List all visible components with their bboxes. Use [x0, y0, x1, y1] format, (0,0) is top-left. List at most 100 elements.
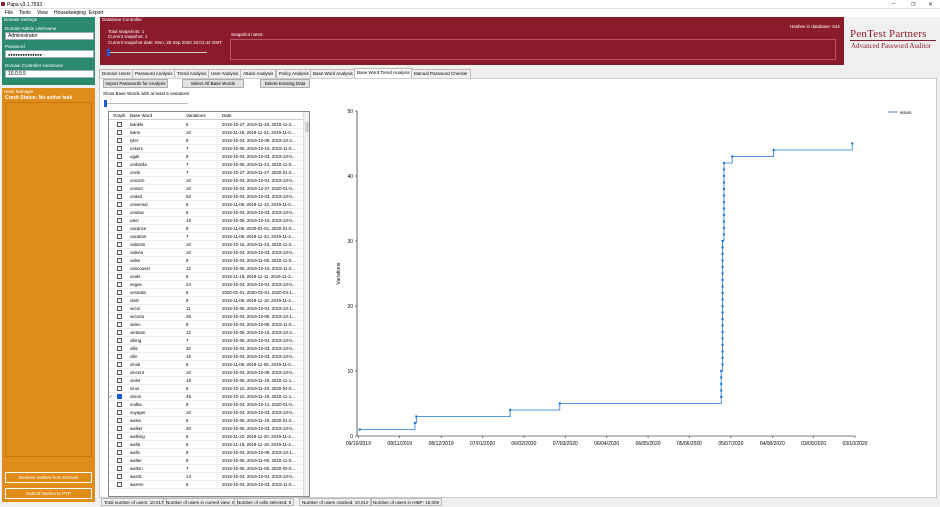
graph-checkbox[interactable] — [117, 298, 122, 303]
table-row[interactable]: united 62 2019-10-03, 2019-10-03, 2019-10-… — [109, 193, 304, 201]
table-row[interactable]: valse 9 2019-10-03, 2019-11-06, 2019-11-0.… — [109, 257, 304, 265]
table-row[interactable]: vegas 24 2019-10-04, 2019-10-04, 2019-10-0… — [109, 281, 304, 289]
table-row[interactable]: walker 20 2019-10-05, 2019-10-03, 2019-10-… — [109, 425, 304, 433]
graph-checkbox[interactable] — [117, 162, 122, 167]
graph-checkbox[interactable] — [117, 474, 122, 479]
snapshot-slider[interactable] — [107, 49, 207, 56]
graph-checkbox[interactable] — [117, 218, 122, 223]
graph-checkbox[interactable] — [117, 426, 122, 431]
menu-housekeeping[interactable]: Housekeeping — [54, 10, 86, 16]
menu-tools[interactable]: Tools — [19, 10, 31, 16]
column-variations[interactable]: Variations — [186, 112, 206, 120]
table-row[interactable]: virus 6 2019-10-10, 2019-11-20, 2020-04-0.… — [109, 385, 304, 393]
table-row[interactable]: vials 9 2019-11-06, 2019-11-18, 2019-11-2.… — [109, 297, 304, 305]
table-row[interactable]: walton 7 2019-10-05, 2019-11-06, 2020-02-0… — [109, 465, 304, 473]
table-row[interactable]: universal 6 2019-11-06, 2019-11-13, 2019-1… — [109, 201, 304, 209]
restore-icon[interactable]: ❐ — [911, 2, 915, 8]
tab-attack-analysis[interactable]: Attack Analysis — [240, 69, 277, 78]
graph-checkbox[interactable] — [117, 194, 122, 199]
retrieve-hashes-button[interactable]: Retrieve hashes from Domain — [5, 472, 92, 483]
graph-checkbox[interactable] — [117, 418, 122, 423]
delete-existing-data-button[interactable]: Delete Existing Data — [260, 79, 310, 88]
close-icon[interactable]: ✕ — [928, 1, 933, 8]
graph-checkbox[interactable] — [117, 330, 122, 335]
tab-trend-analysis[interactable]: Trend Analysis — [174, 69, 210, 78]
tab-base-word-analysis[interactable]: Base Word Analysis — [310, 69, 356, 78]
table-row[interactable]: umbrella 7 2019-10-05, 2019-11-24, 2019-11… — [109, 161, 304, 169]
table-row[interactable]: walla 6 2019-11-18, 2019-11-19, 2019-11-2.… — [109, 441, 304, 449]
graph-checkbox[interactable] — [117, 346, 122, 351]
graph-checkbox[interactable] — [117, 354, 122, 359]
table-row[interactable]: twinkle 6 2019-10-27, 2019-11-20, 2019-11-… — [109, 121, 304, 129]
table-row[interactable]: vancouver 12 2019-10-05, 2019-10-10, 2019-… — [109, 265, 304, 273]
table-row[interactable]: unison 10 2019-10-04, 2019-12-27, 2020-01-… — [109, 185, 304, 193]
graph-checkbox[interactable] — [117, 482, 122, 487]
grid-scrollbar[interactable] — [303, 112, 309, 496]
menu-export[interactable]: Export — [89, 10, 103, 16]
table-row[interactable]: video 8 2019-10-03, 2019-10-05, 2019-11-0.… — [109, 321, 304, 329]
table-row[interactable]: wards 14 2019-10-04, 2019-10-04, 2019-10-0… — [109, 473, 304, 481]
table-row[interactable]: twins 10 2019-11-26, 2019-11-24, 2019-11-0… — [109, 129, 304, 137]
slider-thumb[interactable] — [107, 49, 110, 56]
column-base-word[interactable]: Base Word — [130, 112, 152, 120]
password-input[interactable]: ●●●●●●●●●●●●●● — [5, 50, 94, 58]
tab-password-analysis[interactable]: Password Analysis — [132, 69, 176, 78]
table-row[interactable]: vacation 7 2019-11-06, 2019-11-23, 2019-11… — [109, 233, 304, 241]
graph-checkbox[interactable] — [117, 378, 122, 383]
table-row[interactable]: villa 32 2019-10-03, 2019-10-03, 2019-10-0… — [109, 345, 304, 353]
select-all-base-words-button[interactable]: Select All Base Words — [182, 79, 244, 88]
table-row[interactable]: uckers 7 2019-10-05, 2019-10-10, 2019-11-0… — [109, 145, 304, 153]
submit-hashes-button[interactable]: Submit hashes to PTP — [5, 488, 92, 499]
tab-domain-users[interactable]: Domain Users — [99, 69, 134, 78]
table-row[interactable]: wales 6 2019-10-05, 2019-11-19, 2020-01-2.… — [109, 417, 304, 425]
table-row[interactable]: unicorn 10 2019-10-03, 2019-10-04, 2019-10… — [109, 177, 304, 185]
variations-slider[interactable] — [104, 100, 188, 107]
graph-checkbox[interactable] — [117, 466, 122, 471]
tab-policy-analysis[interactable]: Policy Analysis — [276, 69, 312, 78]
graph-checkbox[interactable] — [117, 234, 122, 239]
tab-user-analysis[interactable]: User Analysis — [208, 69, 242, 78]
import-passwords-button[interactable]: Import Passwords for Analysis — [103, 79, 168, 88]
graph-checkbox[interactable] — [117, 130, 122, 135]
graph-checkbox[interactable] — [117, 170, 122, 175]
graph-checkbox[interactable] — [117, 362, 122, 367]
graph-checkbox[interactable] — [117, 450, 122, 455]
table-row[interactable]: valentin 10 2019-10-16, 2019-11-23, 2019-1… — [109, 241, 304, 249]
table-row[interactable]: vinial 6 2019-11-06, 2019-11-06, 2019-11-0… — [109, 361, 304, 369]
table-row[interactable]: vacance 8 2019-11-06, 2020-01-01, 2020-01-… — [109, 225, 304, 233]
table-row[interactable]: warren 6 2019-10-03, 2019-10-03, 2019-11-0… — [109, 481, 304, 489]
graph-checkbox[interactable] — [117, 370, 122, 375]
table-row[interactable]: ville 15 2019-10-03, 2019-10-03, 2019-10-0… — [109, 353, 304, 361]
minimize-icon[interactable]: – — [892, 1, 895, 7]
table-row[interactable]: vietnam 12 2019-10-09, 2019-10-15, 2019-10… — [109, 329, 304, 337]
table-row[interactable]: voyager 10 2019-10-04, 2019-10-03, 2019-10… — [109, 409, 304, 417]
table-row[interactable]: walls 9 2019-10-03, 2019-10-08, 2019-10-1.… — [109, 449, 304, 457]
table-row[interactable]: victoria 26 2019-10-03, 2019-10-05, 2019-1… — [109, 313, 304, 321]
snapshot-notes-input[interactable] — [230, 39, 836, 60]
graph-checkbox[interactable] — [117, 338, 122, 343]
graph-checkbox[interactable] — [117, 410, 122, 415]
graph-checkbox[interactable] — [117, 122, 122, 127]
scrollbar-thumb[interactable] — [305, 122, 309, 132]
table-row[interactable]: vincent 10 2019-10-03, 2019-10-09, 2019-10… — [109, 369, 304, 377]
graph-checkbox[interactable] — [117, 314, 122, 319]
graph-checkbox[interactable] — [117, 442, 122, 447]
graph-checkbox[interactable] — [117, 258, 122, 263]
graph-checkbox[interactable] — [117, 202, 122, 207]
table-row[interactable]: uteri 19 2019-10-09, 2019-10-10, 2019-10-0… — [109, 217, 304, 225]
dc-hostname-input[interactable]: 10.0.5.5 — [5, 70, 94, 78]
graph-checkbox[interactable] — [117, 322, 122, 327]
column-graph[interactable]: Graph — [113, 112, 126, 120]
table-row[interactable]: vodka 9 2019-10-04, 2019-10-12, 2020-01-0.… — [109, 401, 304, 409]
graph-checkbox[interactable] — [117, 402, 122, 407]
table-row[interactable]: walking 6 2019-11-20, 2019-11-20, 2019-11-… — [109, 433, 304, 441]
table-row[interactable]: valeria 10 2019-10-04, 2019-10-03, 2019-10… — [109, 249, 304, 257]
graph-checkbox[interactable] — [117, 138, 122, 143]
variations-slider-thumb[interactable] — [104, 100, 107, 107]
graph-checkbox[interactable] — [117, 290, 122, 295]
graph-checkbox[interactable] — [117, 306, 122, 311]
table-row[interactable]: walter 8 2019-10-05, 2019-11-08, 2019-11-0… — [109, 457, 304, 465]
graph-checkbox[interactable] — [117, 250, 122, 255]
tab-manual-password-checker[interactable]: Manual Password Checker — [411, 69, 471, 78]
table-row[interactable]: unslow 6 2019-10-03, 2019-10-03, 2019-10-0… — [109, 209, 304, 217]
